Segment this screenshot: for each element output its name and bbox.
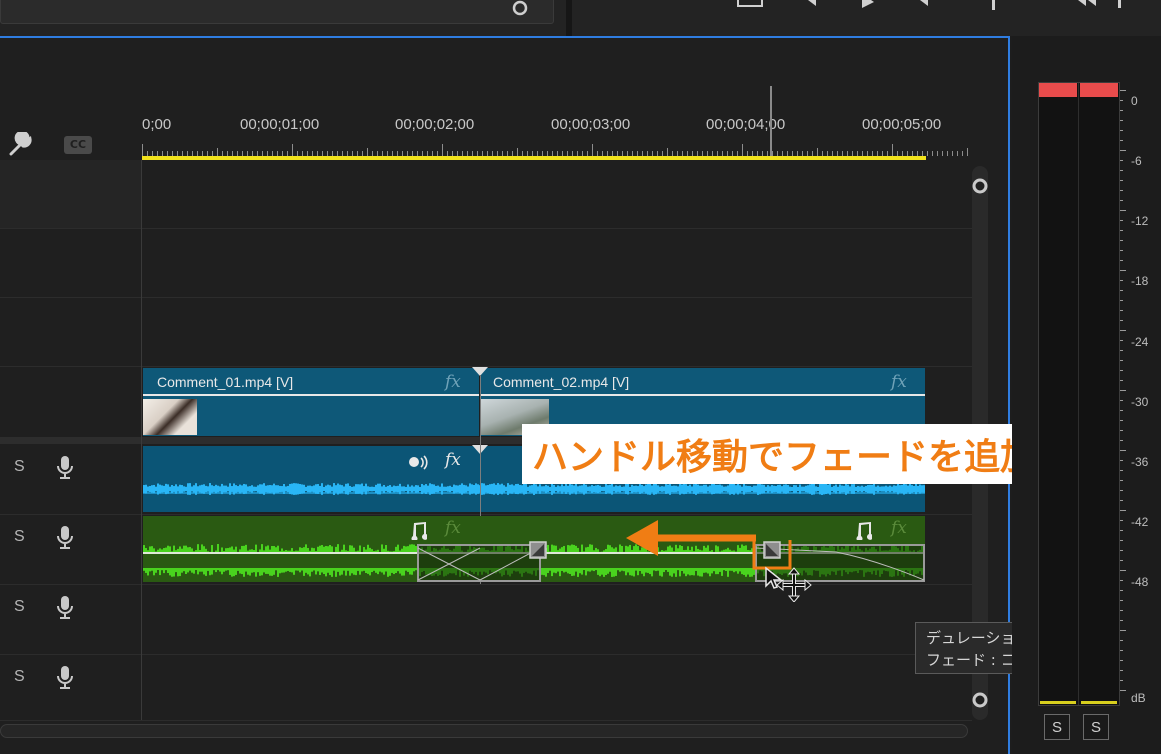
- meter-channel-divider: [1078, 83, 1079, 705]
- db-label: -6: [1131, 154, 1142, 168]
- track-v1-empty: [0, 298, 972, 367]
- solo-toggle[interactable]: S: [14, 598, 25, 616]
- solo-left-button[interactable]: S: [1044, 714, 1070, 740]
- header-separator: [141, 160, 142, 720]
- track-a3: [0, 584, 972, 655]
- insert-icon: [992, 0, 995, 10]
- db-label: -12: [1131, 214, 1149, 228]
- fast-forward-icon: [1078, 0, 1096, 6]
- ruler-label: 0;00: [142, 116, 172, 133]
- audio-meter: [1038, 82, 1120, 706]
- solo-toggle[interactable]: S: [14, 528, 25, 546]
- transport-controls[interactable]: [730, 0, 1150, 12]
- fx-badge: fx: [445, 372, 461, 392]
- voice-channel-icon: [409, 455, 428, 470]
- scroll-handle-icon[interactable]: [511, 0, 529, 17]
- fx-badge: fx: [445, 518, 461, 538]
- db-label: -24: [1131, 335, 1149, 349]
- panel-divider: [566, 0, 572, 36]
- fx-badge: fx: [445, 450, 461, 470]
- scroll-handle-icon[interactable]: [970, 176, 990, 196]
- closed-captions-icon[interactable]: CC: [64, 136, 92, 154]
- track-header-v3: [0, 160, 142, 228]
- playhead[interactable]: [770, 86, 772, 156]
- wrench-icon[interactable]: [6, 132, 34, 158]
- horizontal-scrollbar[interactable]: [0, 724, 968, 738]
- time-ruler[interactable]: [142, 144, 968, 156]
- source-monitor-bar: [0, 0, 554, 24]
- ruler-label: 00;00;01;00: [240, 116, 320, 133]
- move-cursor-icon: [765, 566, 812, 602]
- music-note-icon: [411, 522, 427, 540]
- db-label: 0: [1131, 94, 1138, 108]
- step-back-icon: [808, 0, 816, 6]
- solo-toggle[interactable]: S: [14, 458, 25, 476]
- microphone-icon[interactable]: [56, 594, 74, 622]
- db-label: -42: [1131, 515, 1149, 529]
- drag-direction-arrow-icon: [626, 520, 756, 556]
- annotation-text: ハンドル移動でフェードを追加: [532, 437, 1037, 478]
- music-note-icon: [856, 522, 872, 540]
- video-clip-comment-01[interactable]: Comment_01.mp4 [V] fx: [143, 368, 479, 436]
- fx-badge: fx: [891, 518, 907, 538]
- step-forward-icon: [920, 0, 928, 6]
- clip-title: Comment_01.mp4 [V]: [157, 374, 294, 390]
- peak-indicator-left[interactable]: [1039, 83, 1077, 97]
- track-a4: [0, 654, 972, 721]
- db-label: -48: [1131, 575, 1149, 589]
- microphone-icon[interactable]: [56, 454, 74, 482]
- ruler-label: 00;00;04;00: [706, 116, 786, 133]
- meter-scale: [1120, 90, 1126, 691]
- clip-title: Comment_02.mp4 [V]: [493, 374, 630, 390]
- cc-label: CC: [69, 138, 87, 151]
- db-label: -18: [1131, 274, 1149, 288]
- microphone-icon[interactable]: [56, 524, 74, 552]
- peak-indicator-right[interactable]: [1080, 83, 1118, 97]
- ruler-label: 00;00;03;00: [551, 116, 631, 133]
- solo-right-button[interactable]: S: [1083, 714, 1109, 740]
- db-label: -30: [1131, 395, 1149, 409]
- clip-opacity-line: [143, 394, 479, 396]
- meter-level-left: [1040, 701, 1076, 704]
- clip-thumbnail: [143, 399, 197, 435]
- overflow-icon: [1118, 0, 1121, 8]
- clip-opacity-line: [481, 394, 925, 396]
- track-v2: [0, 229, 972, 298]
- microphone-icon[interactable]: [56, 664, 74, 692]
- track-v3: [0, 160, 972, 229]
- scroll-handle-icon[interactable]: [970, 690, 990, 710]
- fx-badge: fx: [891, 372, 907, 392]
- solo-toggle[interactable]: S: [14, 668, 25, 686]
- ruler-label: 00;00;02;00: [395, 116, 475, 133]
- crossfade-transition: [417, 544, 541, 582]
- export-frame-icon: [737, 0, 763, 7]
- ruler-label: 00;00;05;00: [862, 116, 942, 133]
- play-icon: [862, 0, 874, 8]
- db-label: -36: [1131, 455, 1149, 469]
- db-label-unit: dB: [1131, 691, 1146, 705]
- meter-level-right: [1081, 701, 1117, 704]
